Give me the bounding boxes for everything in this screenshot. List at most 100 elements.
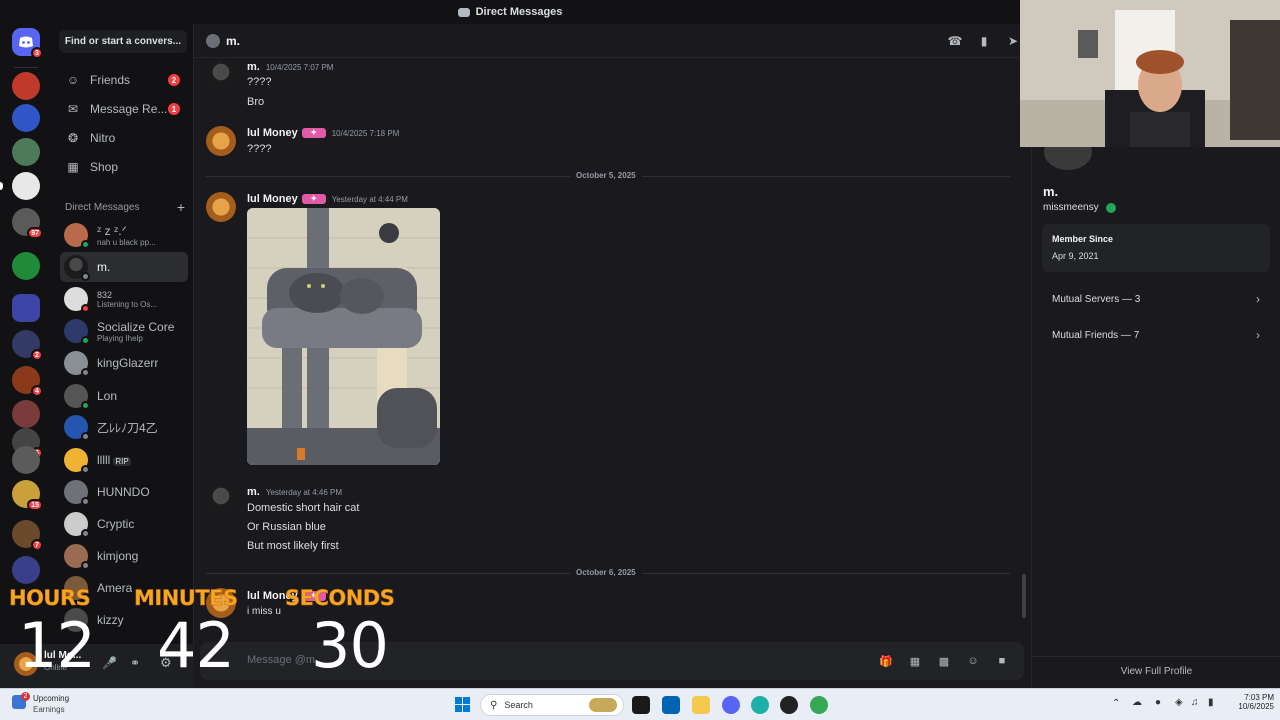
avatar <box>64 319 90 345</box>
gif-icon[interactable]: ▦ <box>908 654 922 668</box>
dm-item[interactable]: ᶻ z ᶻ.ᐟ nah u black pp... <box>60 220 188 250</box>
author-name[interactable]: lul Money <box>247 127 298 139</box>
author-name[interactable]: lul Money <box>247 193 298 205</box>
nav-message-requests[interactable]: ✉ Message Re... 1 <box>60 96 186 122</box>
dm-item-active[interactable]: m. <box>60 252 188 282</box>
webcam-feed-image <box>1020 0 1280 147</box>
server-icon[interactable] <box>12 556 40 584</box>
emoji-icon[interactable]: ☺ <box>966 654 980 668</box>
server-icon[interactable] <box>12 172 40 200</box>
server-icon[interactable] <box>12 104 40 132</box>
status-dot <box>81 401 90 410</box>
message-avatar[interactable] <box>206 60 236 90</box>
nav-label: Nitro <box>90 131 116 145</box>
mutual-friends-row[interactable]: Mutual Friends — 7 › <box>1042 320 1270 350</box>
composer-placeholder: Message @m. <box>247 654 319 666</box>
app-icon[interactable] <box>780 696 798 714</box>
scrollbar-thumb[interactable] <box>1022 574 1026 618</box>
gift-icon[interactable]: 🎁 <box>879 654 893 668</box>
mutual-servers-row[interactable]: Mutual Servers — 3 › <box>1042 284 1270 314</box>
server-icon[interactable] <box>12 446 40 474</box>
server-icon[interactable]: 2 <box>12 330 43 361</box>
server-icon[interactable] <box>12 72 40 100</box>
server-icon[interactable] <box>12 400 40 428</box>
create-dm-plus-icon[interactable]: + <box>177 200 185 214</box>
message-text: ???? <box>247 143 272 155</box>
message-avatar[interactable] <box>206 126 236 156</box>
server-icon[interactable]: 4 <box>12 366 43 397</box>
nitro-icon: ❂ <box>67 131 79 145</box>
find-conversation-button[interactable]: Find or start a convers... <box>59 30 187 53</box>
volume-icon[interactable]: ♫ <box>1191 697 1199 708</box>
nav-shop[interactable]: ▦ Shop <box>60 154 186 180</box>
taskbar-search[interactable]: ⚲ Search <box>480 694 624 716</box>
dm-item[interactable]: 乙ﾚﾚﾉ刀4乙 <box>60 412 188 442</box>
headphones-icon[interactable]: ⚭ <box>130 656 140 670</box>
timer-minutes-value: 42 <box>157 609 235 682</box>
taskbar-clock[interactable]: 7:03 PM 10/6/2025 <box>1224 693 1274 711</box>
view-full-profile-link[interactable]: View Full Profile <box>1032 666 1280 677</box>
dm-item[interactable]: lllll RIP <box>60 445 188 475</box>
chrome-icon[interactable] <box>810 696 828 714</box>
cat-photo-attachment[interactable] <box>247 208 440 465</box>
dm-item[interactable]: Cryptic <box>60 509 188 539</box>
voice-call-icon[interactable]: ☎ <box>948 34 963 48</box>
edge-icon[interactable] <box>751 696 769 714</box>
status-dot <box>81 529 90 538</box>
avatar <box>64 384 90 410</box>
pin-icon[interactable]: ➤ <box>1006 34 1020 48</box>
server-icon[interactable]: 15 <box>12 480 43 511</box>
dm-name: ᶻ z ᶻ.ᐟ <box>97 223 127 238</box>
battery-icon[interactable]: ▮ <box>1208 697 1214 708</box>
dm-item[interactable]: Lon <box>60 381 188 411</box>
store-icon[interactable] <box>662 696 680 714</box>
dm-header: Direct Messages + <box>65 200 185 214</box>
microphone-tray-icon[interactable]: ● <box>1155 697 1161 708</box>
chevron-right-icon: › <box>1256 292 1260 306</box>
windows-taskbar: 2 Upcoming Earnings ⚲ Search ⌃ ☁ ● ◈ ♫ ▮… <box>0 688 1280 720</box>
dm-name: 832 <box>97 289 113 300</box>
dm-name: Lon <box>97 389 118 403</box>
server-icon[interactable]: 7 <box>12 520 43 551</box>
status-dot <box>81 368 90 377</box>
nav-nitro[interactable]: ❂ Nitro <box>60 125 186 151</box>
status-dot <box>81 497 90 506</box>
widget-badge: 2 <box>21 692 30 701</box>
task-view-icon[interactable] <box>632 696 650 714</box>
nav-label: Shop <box>90 160 119 174</box>
message-avatar[interactable] <box>206 484 236 514</box>
nav-friends[interactable]: ☺ Friends 2 <box>60 67 186 93</box>
server-badge: 7 <box>31 539 43 551</box>
dm-item[interactable]: kimjong <box>60 541 188 571</box>
dm-item[interactable]: Socialize Core Playing Ihelp <box>60 316 188 346</box>
video-call-icon[interactable]: ▮ <box>977 34 991 48</box>
nav-badge: 2 <box>168 74 180 86</box>
author-name[interactable]: m. <box>247 486 260 498</box>
wifi-icon[interactable]: ◈ <box>1175 697 1183 708</box>
server-icon[interactable] <box>12 138 40 166</box>
avatar <box>64 480 90 506</box>
file-explorer-icon[interactable] <box>692 696 710 714</box>
dm-item[interactable]: 832 Listening to Os... <box>60 284 188 314</box>
timer-seconds-label: SECONDS <box>285 586 395 611</box>
apps-icon[interactable]: ■ <box>995 654 1009 668</box>
discord-taskbar-icon[interactable] <box>722 696 740 714</box>
server-folder[interactable] <box>12 294 40 322</box>
windows-start-icon[interactable] <box>455 697 471 713</box>
home-button[interactable]: 3 <box>12 28 43 59</box>
nav-label: Message Re... <box>90 102 168 116</box>
server-icon[interactable]: 97 <box>12 208 43 239</box>
discord-icon <box>457 7 470 17</box>
microphone-icon[interactable]: 🎤 <box>102 656 117 670</box>
cat-photo-image <box>247 208 440 465</box>
author-name[interactable]: m. <box>247 61 260 73</box>
cloud-icon[interactable]: ☁ <box>1132 697 1142 708</box>
sticker-icon[interactable]: ▩ <box>937 654 951 668</box>
server-icon[interactable] <box>12 252 40 280</box>
chevron-up-icon[interactable]: ⌃ <box>1112 698 1120 709</box>
profile-display-name: m. <box>1043 184 1059 199</box>
dm-item[interactable]: HUNNDO <box>60 477 188 507</box>
dm-item[interactable]: kingGlazerr <box>60 348 188 378</box>
status-dot <box>81 240 90 249</box>
message-avatar[interactable] <box>206 192 236 222</box>
